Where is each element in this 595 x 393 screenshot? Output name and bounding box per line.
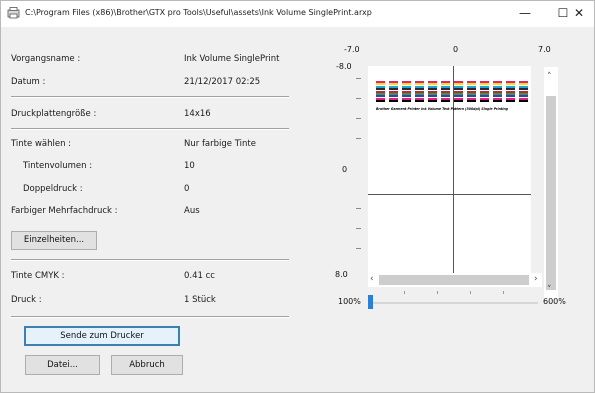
- zoom-tick: [404, 291, 405, 294]
- horizontal-axis-line: [368, 194, 531, 195]
- zoom-max-label: 600%: [543, 297, 566, 306]
- vertical-scrollbar[interactable]: ˄ ˅: [544, 67, 558, 299]
- x-axis-mid-label: 0: [453, 45, 459, 54]
- print-count-label: Druck :: [11, 295, 42, 305]
- ink-select-label: Tinte wählen :: [11, 139, 72, 149]
- ink-test-block: [428, 81, 437, 103]
- zoom-tick: [437, 291, 438, 294]
- ink-band: [376, 100, 385, 103]
- ink-band: [402, 100, 411, 103]
- ink-test-block: [467, 81, 476, 103]
- ink-test-block: [402, 81, 411, 103]
- separator: [11, 128, 289, 130]
- job-name-label: Vorgangsname :: [11, 54, 81, 64]
- application-window: C:\Program Files (x86)\Brother\GTX pro T…: [0, 0, 595, 393]
- ink-select-value: Nur farbige Tinte: [184, 139, 256, 149]
- axis-tick: [356, 228, 361, 229]
- ink-band: [428, 100, 437, 103]
- ink-band: [441, 100, 450, 103]
- ink-test-block: [519, 81, 528, 103]
- details-button[interactable]: Einzelheiten...: [11, 231, 97, 250]
- ink-volume-value: 10: [184, 161, 195, 171]
- send-to-printer-button[interactable]: Sende zum Drucker: [24, 326, 180, 346]
- axis-tick: [356, 118, 361, 119]
- app-icon: [7, 7, 20, 19]
- ink-band: [467, 100, 476, 103]
- multipass-value: Aus: [184, 206, 200, 216]
- ink-test-block: [376, 81, 385, 103]
- y-axis-top-label: -8.0: [336, 62, 352, 71]
- scroll-left-arrow-icon[interactable]: ‹: [370, 274, 374, 284]
- ink-band: [493, 100, 502, 103]
- scroll-down-arrow-icon[interactable]: ˅: [547, 285, 552, 295]
- horizontal-scroll-thumb[interactable]: [379, 275, 529, 285]
- separator: [11, 96, 289, 98]
- axis-tick: [356, 248, 361, 249]
- ink-band: [506, 100, 515, 103]
- zoom-tick: [470, 291, 471, 294]
- horizontal-scrollbar[interactable]: ‹ ›: [368, 273, 542, 287]
- ink-band: [415, 100, 424, 103]
- zoom-slider-thumb[interactable]: [368, 295, 373, 309]
- ink-band: [519, 100, 528, 103]
- ink-test-block: [454, 81, 463, 103]
- ink-test-block: [493, 81, 502, 103]
- platen-size-label: Druckplattengröße :: [11, 109, 97, 119]
- double-print-value: 0: [184, 184, 190, 194]
- print-preview-canvas[interactable]: Brother Garment Printer Ink Volume Test …: [368, 66, 531, 286]
- axis-tick: [356, 138, 361, 139]
- ink-band: [389, 100, 398, 103]
- double-print-label: Doppeldruck :: [23, 184, 83, 194]
- date-value: 21/12/2017 02:25: [184, 77, 261, 87]
- scroll-up-arrow-icon[interactable]: ˄: [547, 72, 552, 82]
- minimize-button[interactable]: —: [506, 1, 544, 27]
- close-button[interactable]: ✕: [563, 1, 595, 27]
- cmyk-label: Tinte CMYK :: [11, 271, 65, 281]
- ink-test-block: [480, 81, 489, 103]
- scroll-right-arrow-icon[interactable]: ›: [534, 274, 538, 284]
- axis-tick: [356, 98, 361, 99]
- ink-volume-label: Tintenvolumen :: [23, 161, 93, 171]
- x-axis-max-label: 7.0: [538, 45, 551, 54]
- pattern-caption: Brother Garment Printer Ink Volume Test …: [376, 107, 509, 111]
- zoom-tick: [503, 291, 504, 294]
- ink-test-block: [506, 81, 515, 103]
- multipass-label: Farbiger Mehrfachdruck :: [11, 206, 118, 216]
- ink-test-block: [441, 81, 450, 103]
- x-axis-min-label: -7.0: [344, 45, 360, 54]
- axis-tick: [356, 78, 361, 79]
- window-title: C:\Program Files (x86)\Brother\GTX pro T…: [25, 8, 372, 17]
- vertical-scroll-thumb[interactable]: [546, 96, 556, 290]
- ink-test-block: [389, 81, 398, 103]
- ink-test-block: [415, 81, 424, 103]
- job-name-value: Ink Volume SinglePrint: [184, 54, 280, 64]
- separator: [11, 316, 289, 318]
- cancel-button[interactable]: Abbruch: [111, 355, 183, 375]
- title-bar: C:\Program Files (x86)\Brother\GTX pro T…: [1, 1, 594, 27]
- dialog-content: Vorgangsname : Ink Volume SinglePrint Da…: [1, 28, 594, 392]
- separator: [11, 259, 289, 261]
- platen-size-value: 14x16: [184, 109, 211, 119]
- zoom-slider-track[interactable]: [371, 302, 538, 304]
- ink-band: [454, 100, 463, 103]
- zoom-min-label: 100%: [338, 297, 361, 306]
- file-button[interactable]: Datei...: [25, 355, 100, 375]
- y-axis-bottom-label: 8.0: [335, 270, 348, 279]
- print-count-value: 1 Stück: [184, 295, 216, 305]
- ink-band: [480, 100, 489, 103]
- date-label: Datum :: [11, 77, 46, 87]
- axis-tick: [356, 208, 361, 209]
- cmyk-value: 0.41 cc: [184, 271, 215, 281]
- y-axis-mid-label: 0: [342, 165, 348, 174]
